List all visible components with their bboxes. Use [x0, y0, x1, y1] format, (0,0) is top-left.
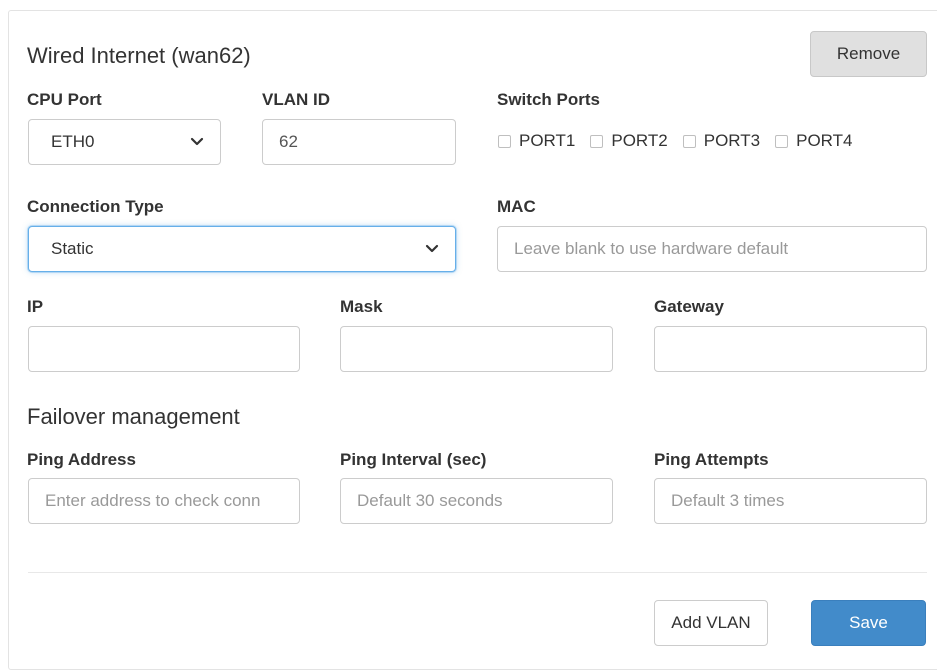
- chevron-down-icon: [190, 137, 204, 146]
- checkbox-icon[interactable]: [682, 134, 696, 148]
- port3-label: PORT3: [703, 131, 761, 150]
- ping-interval-input[interactable]: [340, 478, 613, 524]
- port1-label: PORT1: [519, 131, 576, 150]
- mac-input[interactable]: [497, 226, 927, 272]
- port1-checkbox[interactable]: PORT1: [498, 131, 575, 151]
- ping-address-label: Ping Address: [27, 450, 136, 469]
- port4-label: PORT4: [796, 131, 853, 150]
- cpu-port-label: CPU Port: [27, 90, 102, 109]
- connection-type-label: Connection Type: [27, 197, 164, 216]
- gateway-input[interactable]: [654, 326, 927, 372]
- port2-checkbox[interactable]: PORT2: [590, 131, 668, 151]
- checkbox-icon[interactable]: [590, 134, 604, 148]
- ip-label: IP: [27, 297, 44, 316]
- section-title: Wired Internet (wan62): [27, 43, 251, 68]
- connection-type-select[interactable]: Static: [28, 226, 456, 272]
- ping-attempts-label: Ping Attempts: [654, 450, 769, 469]
- connection-type-value: Static: [51, 239, 94, 258]
- switch-ports-label: Switch Ports: [497, 90, 600, 109]
- gateway-label: Gateway: [654, 297, 724, 316]
- port3-checkbox[interactable]: PORT3: [682, 131, 761, 151]
- ping-attempts-input[interactable]: [654, 478, 927, 524]
- checkbox-icon[interactable]: [498, 134, 511, 148]
- checkbox-icon[interactable]: [775, 134, 789, 148]
- vlan-id-label: VLAN ID: [262, 90, 330, 109]
- cpu-port-value: ETH0: [51, 132, 95, 151]
- mask-input[interactable]: [340, 326, 613, 372]
- save-button[interactable]: Save: [811, 600, 926, 646]
- switch-ports-group: PORT1 PORT2 PORT3 PORT4: [498, 131, 853, 151]
- ping-address-input[interactable]: [28, 478, 300, 524]
- failover-title: Failover management: [27, 404, 240, 429]
- port4-checkbox[interactable]: PORT4: [775, 131, 853, 151]
- vlan-id-input[interactable]: [262, 119, 456, 165]
- add-vlan-button[interactable]: Add VLAN: [654, 600, 768, 646]
- mask-label: Mask: [340, 297, 383, 316]
- ping-interval-label: Ping Interval (sec): [340, 450, 487, 469]
- mac-label: MAC: [497, 197, 536, 216]
- ip-input[interactable]: [28, 326, 300, 372]
- remove-button[interactable]: Remove: [810, 31, 927, 77]
- footer-divider: [28, 572, 927, 573]
- chevron-down-icon: [425, 244, 439, 253]
- cpu-port-select[interactable]: ETH0: [28, 119, 221, 165]
- port2-label: PORT2: [611, 131, 668, 150]
